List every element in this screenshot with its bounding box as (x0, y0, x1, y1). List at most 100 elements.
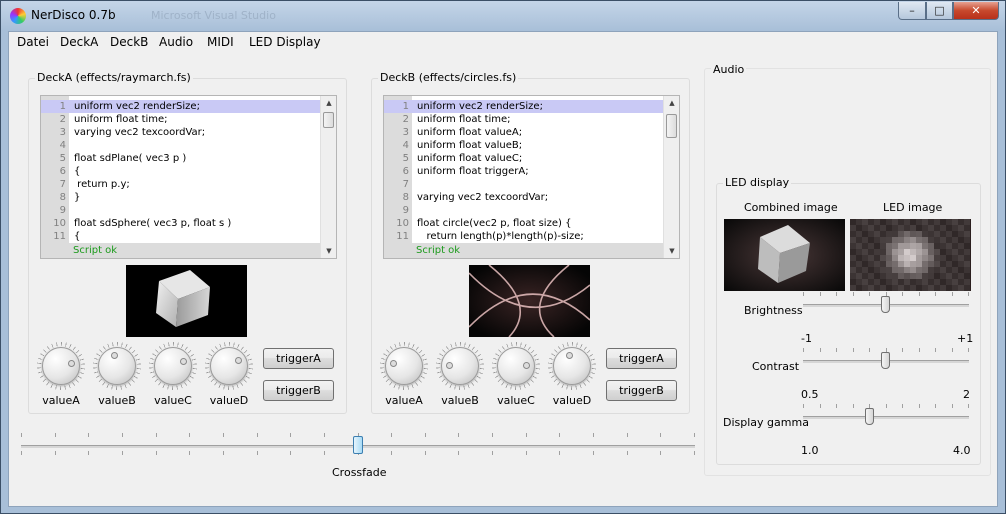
vertical-scrollbar[interactable]: ▲ ▼ (320, 96, 336, 258)
slider-tick (627, 433, 628, 437)
knob-dial[interactable] (210, 347, 248, 385)
slider-tick (189, 451, 190, 455)
code-line[interactable]: 2 uniform float time; (41, 113, 321, 126)
slider-tick (122, 451, 123, 455)
crossfade-slider[interactable] (21, 433, 695, 455)
code-line[interactable]: 11 { (41, 230, 321, 243)
led-pixel (892, 267, 898, 273)
cube-render-image (156, 270, 210, 327)
code-line[interactable]: 5 float sdPlane( vec3 p ) (41, 152, 321, 165)
slider-tick (627, 451, 628, 455)
triggerb-button[interactable]: triggerB (263, 380, 334, 401)
code-line[interactable]: 9 (384, 204, 664, 217)
knob-dial[interactable] (441, 347, 479, 385)
knob-valuec[interactable] (492, 342, 540, 390)
led-pixel (862, 225, 868, 231)
triggerb-button[interactable]: triggerB (606, 380, 677, 401)
code-line[interactable]: 1 uniform vec2 renderSize; (384, 100, 664, 113)
knob-valuea[interactable] (380, 342, 428, 390)
code-line[interactable]: 1 uniform vec2 renderSize; (41, 100, 321, 113)
code-line[interactable]: 6 uniform float triggerA; (384, 165, 664, 178)
code-line[interactable]: 8 varying vec2 texcoordVar; (384, 191, 664, 204)
led-pixel (934, 249, 940, 255)
maximize-button[interactable]: □ (926, 2, 953, 20)
knob-dial[interactable] (154, 347, 192, 385)
knob-valuea[interactable] (37, 342, 85, 390)
title-bar[interactable]: NerDisco 0.7b Microsoft Visual Studio – … (1, 1, 1005, 31)
code-line[interactable]: 4 uniform float valueB; (384, 139, 664, 152)
brightness-slider[interactable] (803, 292, 969, 313)
led-pixel (916, 273, 922, 279)
vertical-scrollbar[interactable]: ▲ ▼ (663, 96, 679, 258)
code-line[interactable]: 9 (41, 204, 321, 217)
code-line[interactable]: 5 uniform float valueC; (384, 152, 664, 165)
code-line[interactable]: 10 float circle(vec2 p, float size) { (384, 217, 664, 230)
knob-dial[interactable] (553, 347, 591, 385)
code-line[interactable]: 11 return length(p)*length(p)-size; (384, 230, 664, 243)
minimize-button[interactable]: – (898, 2, 926, 20)
menu-midi[interactable]: MIDI (207, 35, 234, 49)
knob-valued[interactable] (205, 342, 253, 390)
code-line[interactable]: 10 float sdSphere( vec3 p, float s ) (41, 217, 321, 230)
scroll-up-icon[interactable]: ▲ (321, 96, 336, 110)
knob-valueb[interactable] (436, 342, 484, 390)
scroll-down-icon[interactable]: ▼ (321, 244, 336, 258)
led-pixel (958, 237, 964, 243)
deck-a-panel: DeckA (effects/raymarch.fs) 1 uniform vec… (28, 71, 347, 414)
led-pixel (862, 285, 868, 291)
deck-a-code-editor[interactable]: 1 uniform vec2 renderSize; 2 uniform float … (40, 95, 337, 259)
scroll-down-icon[interactable]: ▼ (664, 244, 679, 258)
led-pixel (958, 243, 964, 249)
scroll-thumb[interactable] (323, 112, 334, 128)
slider-tick (968, 292, 969, 296)
knob-indicator (445, 361, 453, 369)
code-line[interactable]: 3 varying vec2 texcoordVar; (41, 126, 321, 139)
slider-handle[interactable] (881, 352, 890, 369)
knob-dial[interactable] (98, 347, 136, 385)
deck-b-code-editor[interactable]: 1 uniform vec2 renderSize; 2 uniform float … (383, 95, 680, 259)
triggera-button[interactable]: triggerA (606, 348, 677, 369)
code-line[interactable]: 8} (41, 191, 321, 204)
led-pixel (904, 243, 910, 249)
code-line[interactable]: 7 return p.y; (41, 178, 321, 191)
menu-deckb[interactable]: DeckB (110, 35, 148, 49)
led-pixel (862, 267, 868, 273)
contrast-slider[interactable] (803, 348, 969, 369)
code-text: float sdPlane( vec3 p ) (74, 153, 187, 164)
knob-dial[interactable] (497, 347, 535, 385)
slider-handle[interactable] (881, 296, 890, 313)
slider-tick (593, 451, 594, 455)
menu-decka[interactable]: DeckA (60, 35, 98, 49)
slider-tick (836, 404, 837, 408)
led-pixel (910, 237, 916, 243)
slider-handle[interactable] (865, 408, 874, 425)
line-number: 4 (59, 140, 66, 151)
menu-audio[interactable]: Audio (159, 35, 193, 49)
scroll-thumb[interactable] (666, 114, 677, 138)
knob-valued[interactable] (548, 342, 596, 390)
code-line[interactable]: 3 uniform float valueA; (384, 126, 664, 139)
led-pixel (928, 279, 934, 285)
knob-dial[interactable] (42, 347, 80, 385)
knob-valuec[interactable] (149, 342, 197, 390)
led-pixel (958, 249, 964, 255)
menu-led-display[interactable]: LED Display (249, 35, 321, 49)
slider-tick (869, 348, 870, 352)
led-pixel (904, 237, 910, 243)
knob-valueb[interactable] (93, 342, 141, 390)
triggera-button[interactable]: triggerA (263, 348, 334, 369)
code-line[interactable]: 4 (41, 139, 321, 152)
scroll-up-icon[interactable]: ▲ (664, 96, 679, 110)
close-button[interactable]: ✕ (953, 2, 999, 20)
led-pixel (958, 273, 964, 279)
slider-tick (902, 292, 903, 296)
led-pixel (904, 231, 910, 237)
code-line[interactable]: 2 uniform float time; (384, 113, 664, 126)
display-gamma-slider[interactable] (803, 404, 969, 425)
knob-dial[interactable] (385, 347, 423, 385)
code-line[interactable]: 6{ (41, 165, 321, 178)
menu-datei[interactable]: Datei (17, 35, 49, 49)
slider-handle[interactable] (353, 436, 363, 454)
led-pixel (922, 285, 928, 291)
code-line[interactable]: 7 (384, 178, 664, 191)
